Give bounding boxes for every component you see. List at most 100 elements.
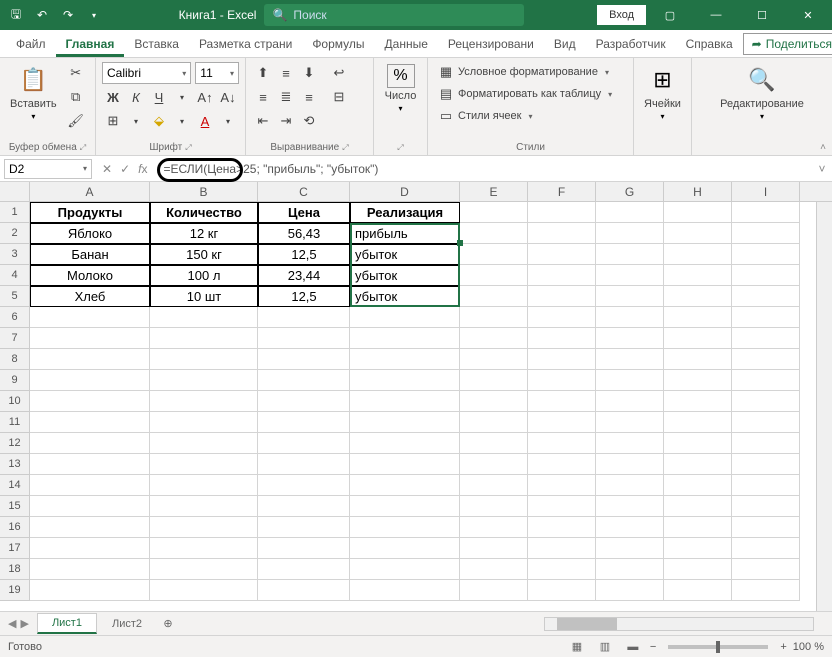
row-header[interactable]: 7 xyxy=(0,328,30,349)
cell[interactable] xyxy=(528,517,596,538)
cell[interactable] xyxy=(150,370,258,391)
col-header[interactable]: E xyxy=(460,182,528,201)
cell[interactable] xyxy=(732,202,800,223)
cell[interactable] xyxy=(664,286,732,307)
cell[interactable] xyxy=(258,412,350,433)
cell[interactable]: 56,43 xyxy=(258,223,350,244)
cell[interactable] xyxy=(664,580,732,601)
cell[interactable] xyxy=(460,496,528,517)
cell[interactable] xyxy=(150,391,258,412)
cell[interactable]: Яблоко xyxy=(30,223,150,244)
sheet-tab[interactable]: Лист1 xyxy=(37,613,97,634)
cell[interactable] xyxy=(350,370,460,391)
page-break-view-icon[interactable]: ▬ xyxy=(622,638,644,656)
row-header[interactable]: 3 xyxy=(0,244,30,265)
cell[interactable] xyxy=(664,391,732,412)
font-color-icon[interactable]: A xyxy=(194,110,216,132)
cell[interactable] xyxy=(350,475,460,496)
cell[interactable] xyxy=(528,223,596,244)
cell[interactable] xyxy=(258,496,350,517)
row-header[interactable]: 15 xyxy=(0,496,30,517)
cell[interactable] xyxy=(528,412,596,433)
editing-button[interactable]: 🔍 Редактирование ▾ xyxy=(698,62,826,123)
save-icon[interactable]: 🖫 xyxy=(4,3,28,27)
number-format-button[interactable]: % Число ▾ xyxy=(380,62,421,115)
cell[interactable]: 150 кг xyxy=(150,244,258,265)
cell[interactable] xyxy=(150,307,258,328)
font-color-menu[interactable]: ▾ xyxy=(217,110,239,132)
cell[interactable]: Молоко xyxy=(30,265,150,286)
cell[interactable] xyxy=(350,307,460,328)
undo-icon[interactable]: ↶ xyxy=(30,3,54,27)
cell[interactable] xyxy=(460,328,528,349)
minimize-icon[interactable]: ― xyxy=(694,0,738,30)
cell[interactable] xyxy=(664,328,732,349)
cell[interactable] xyxy=(460,223,528,244)
cell[interactable]: 12 кг xyxy=(150,223,258,244)
page-layout-view-icon[interactable]: ▥ xyxy=(594,638,616,656)
cell[interactable] xyxy=(460,433,528,454)
cell[interactable] xyxy=(528,370,596,391)
cell[interactable] xyxy=(460,349,528,370)
row-header[interactable]: 5 xyxy=(0,286,30,307)
cell[interactable] xyxy=(350,580,460,601)
tab-page-layout[interactable]: Разметка страни xyxy=(189,31,302,57)
cell[interactable] xyxy=(460,412,528,433)
zoom-out-icon[interactable]: − xyxy=(650,641,656,653)
cell[interactable] xyxy=(732,265,800,286)
col-header[interactable]: B xyxy=(150,182,258,201)
cell[interactable] xyxy=(596,244,664,265)
cell[interactable] xyxy=(732,223,800,244)
cell[interactable] xyxy=(258,391,350,412)
tab-data[interactable]: Данные xyxy=(375,31,438,57)
cell[interactable] xyxy=(150,517,258,538)
cell[interactable] xyxy=(732,286,800,307)
login-button[interactable]: Вход xyxy=(597,5,646,25)
ribbon-options-icon[interactable]: ▢ xyxy=(648,0,692,30)
cell[interactable] xyxy=(460,370,528,391)
tab-formulas[interactable]: Формулы xyxy=(302,31,374,57)
cell[interactable] xyxy=(528,202,596,223)
cell[interactable] xyxy=(150,559,258,580)
cell[interactable] xyxy=(732,454,800,475)
cell[interactable] xyxy=(528,496,596,517)
cell[interactable] xyxy=(350,559,460,580)
zoom-slider[interactable] xyxy=(668,645,768,649)
cell[interactable] xyxy=(350,517,460,538)
row-header[interactable]: 9 xyxy=(0,370,30,391)
row-header[interactable]: 11 xyxy=(0,412,30,433)
cell[interactable] xyxy=(150,475,258,496)
cell[interactable] xyxy=(30,391,150,412)
cell[interactable] xyxy=(460,286,528,307)
tab-insert[interactable]: Вставка xyxy=(124,31,189,57)
cell[interactable]: прибыль xyxy=(350,223,460,244)
search-box[interactable]: 🔍 xyxy=(264,4,524,26)
cell[interactable] xyxy=(664,559,732,580)
cell[interactable] xyxy=(528,559,596,580)
conditional-formatting-button[interactable]: ▦Условное форматирование▾ xyxy=(434,62,627,82)
cell[interactable] xyxy=(664,370,732,391)
zoom-level[interactable]: 100 % xyxy=(793,641,824,653)
name-box[interactable]: D2▾ xyxy=(4,159,92,179)
cell[interactable] xyxy=(732,244,800,265)
cell[interactable] xyxy=(460,580,528,601)
cell[interactable] xyxy=(460,307,528,328)
cell[interactable] xyxy=(596,328,664,349)
cell[interactable] xyxy=(664,412,732,433)
cell[interactable] xyxy=(528,475,596,496)
cell[interactable] xyxy=(732,370,800,391)
cell[interactable]: Реализация xyxy=(350,202,460,223)
copy-icon[interactable]: ⧉ xyxy=(65,86,87,108)
align-right-icon[interactable]: ≡ xyxy=(298,86,320,108)
underline-button[interactable]: Ч xyxy=(148,86,170,108)
cell[interactable] xyxy=(596,517,664,538)
increase-font-icon[interactable]: A↑ xyxy=(194,86,216,108)
cell[interactable] xyxy=(258,517,350,538)
cell[interactable] xyxy=(30,349,150,370)
merge-icon[interactable]: ⊟ xyxy=(328,86,350,108)
collapse-ribbon-icon[interactable]: ˄ xyxy=(820,142,826,153)
cell[interactable]: Хлеб xyxy=(30,286,150,307)
cell[interactable] xyxy=(460,538,528,559)
cell[interactable] xyxy=(150,580,258,601)
cell[interactable] xyxy=(732,517,800,538)
